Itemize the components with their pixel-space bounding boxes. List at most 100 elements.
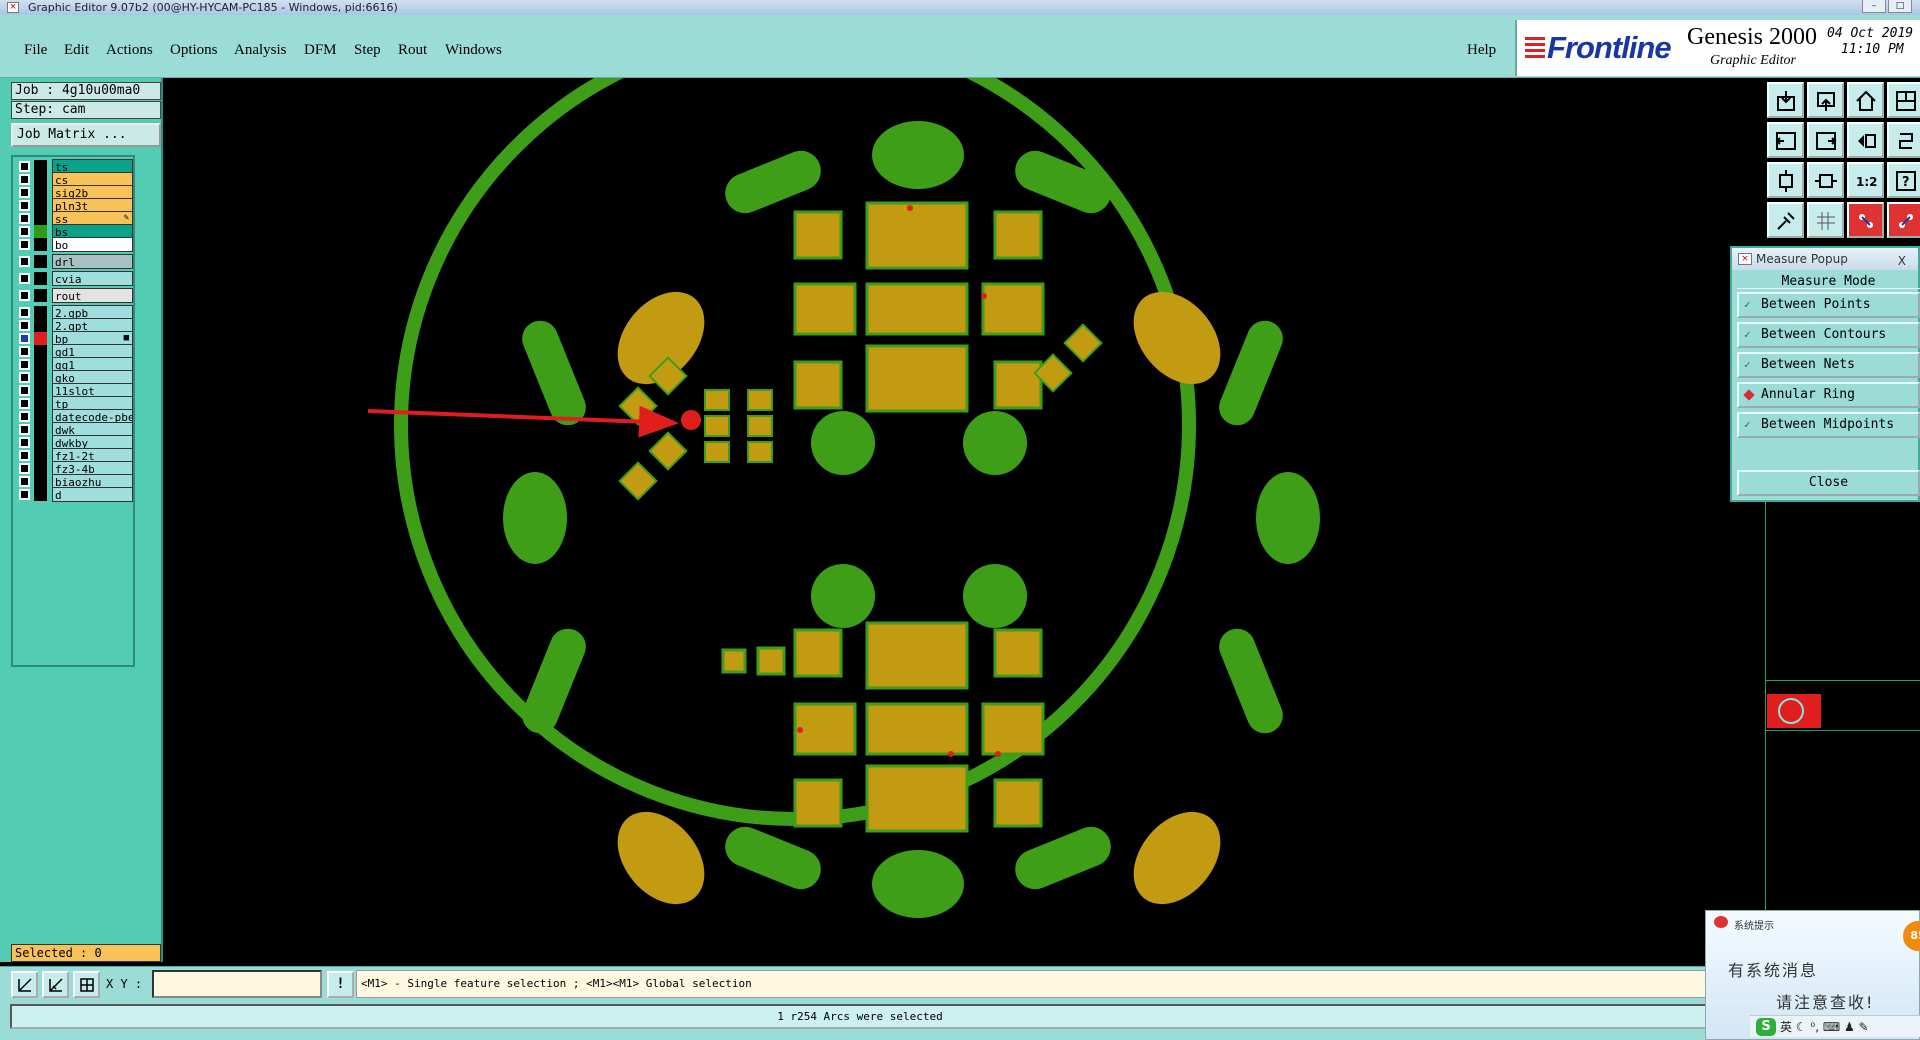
current-time: 11:10 PM <box>1841 42 1904 57</box>
maximize-button[interactable]: □ <box>1888 0 1912 13</box>
tool-help-button[interactable]: ? <box>1887 162 1920 198</box>
tool-layout-button[interactable] <box>1887 82 1920 118</box>
layer-checkbox[interactable] <box>19 161 30 172</box>
menu-windows[interactable]: Windows <box>445 42 502 59</box>
menu-step[interactable]: Step <box>354 42 381 59</box>
layer-checkbox[interactable] <box>19 437 30 448</box>
tool-brush-button[interactable] <box>1767 202 1804 238</box>
layer-name: d <box>52 487 133 502</box>
current-date: 04 Oct 2019 <box>1827 26 1914 41</box>
layer-checkbox[interactable] <box>19 174 30 185</box>
layer-checkbox[interactable] <box>19 239 30 250</box>
layer-list: ts cs sig2b pln3t ss ✎ bs bo drl cvia rout 2.gpb 2.g… <box>11 155 135 667</box>
menu-edit[interactable]: Edit <box>64 42 89 59</box>
layer-checkbox[interactable] <box>19 372 30 383</box>
layer-checkbox[interactable] <box>19 320 30 331</box>
system-notification[interactable]: 系统提示 85 有系统消息 请注意查收! S 英 ☾ ⁰, ⌨ ♟ ✎ <box>1705 910 1920 1040</box>
layer-row[interactable]: bo <box>15 237 133 252</box>
tool-fit-all-button[interactable] <box>1807 162 1844 198</box>
layer-checkbox[interactable] <box>19 411 30 422</box>
snap-icon <box>18 978 32 992</box>
layer-checkbox[interactable] <box>19 424 30 435</box>
popup-close-icon[interactable]: X <box>1898 250 1906 272</box>
measure-close-button[interactable]: Close <box>1737 470 1920 496</box>
logo-stripes-icon <box>1525 37 1545 61</box>
layer-checkbox[interactable] <box>19 307 30 318</box>
upper-round-pads <box>811 411 1027 628</box>
menu-analysis[interactable]: Analysis <box>234 42 287 59</box>
layer-checkbox[interactable] <box>19 385 30 396</box>
tool-export-button[interactable] <box>1807 82 1844 118</box>
genesis-editor-window: × Graphic Editor 9.07b2 (00@HY-HYCAM-PC1… <box>0 0 1920 1040</box>
snap-button[interactable] <box>11 971 38 998</box>
ime-tray-text: 英 ☾ ⁰, ⌨ ♟ ✎ <box>1780 1020 1869 1034</box>
layer-name: cvia <box>52 271 133 286</box>
tool-fit-vertical-button[interactable] <box>1767 162 1804 198</box>
fit-vertical-icon <box>1779 170 1793 192</box>
menu-dfm[interactable]: DFM <box>304 42 337 59</box>
tool-pan-left-button[interactable] <box>1767 122 1804 158</box>
layer-checkbox[interactable] <box>19 187 30 198</box>
tool-grid-button[interactable] <box>1807 202 1844 238</box>
measure-option-between-points[interactable]: ✓ Between Points <box>1737 292 1920 318</box>
menu-file[interactable]: File <box>24 42 47 59</box>
measure-option-label: Between Midpoints <box>1761 417 1895 432</box>
layer-row[interactable]: rout <box>15 288 133 303</box>
net-icon <box>1859 214 1873 228</box>
layer-marker: ■ <box>123 333 129 343</box>
radio-selected-icon <box>1743 389 1755 401</box>
graphic-canvas[interactable] <box>163 78 1765 966</box>
tool-scale-1-2-button[interactable]: 1:2 <box>1847 162 1884 198</box>
exclaim-button[interactable]: ! <box>327 971 354 998</box>
measure-mode-heading: Measure Mode <box>1737 274 1920 289</box>
layer-checkbox[interactable] <box>19 333 30 344</box>
layer-checkbox[interactable] <box>19 463 30 474</box>
layer-row[interactable]: cvia <box>15 271 133 286</box>
tool-home-button[interactable] <box>1847 82 1884 118</box>
feature-circle-icon <box>1778 698 1804 724</box>
layer-row[interactable]: d <box>15 487 133 502</box>
notification-badge: 85 <box>1903 921 1920 951</box>
minimize-button[interactable]: – <box>1862 0 1886 13</box>
menu-options[interactable]: Options <box>170 42 218 59</box>
layer-checkbox[interactable] <box>19 290 30 301</box>
check-icon: ✓ <box>1744 328 1751 341</box>
layer-checkbox[interactable] <box>19 398 30 409</box>
layer-checkbox[interactable] <box>19 273 30 284</box>
tool-net-highlight-button[interactable] <box>1887 202 1920 238</box>
menu-help[interactable]: Help <box>1467 42 1496 59</box>
ime-tray[interactable]: S 英 ☾ ⁰, ⌨ ♟ ✎ <box>1750 1015 1920 1037</box>
tool-import-button[interactable] <box>1767 82 1804 118</box>
menu-rout[interactable]: Rout <box>398 42 427 59</box>
menu-actions[interactable]: Actions <box>106 42 153 59</box>
layer-checkbox[interactable] <box>19 359 30 370</box>
layer-checkbox[interactable] <box>19 226 30 237</box>
measure-option-between-midpoints[interactable]: ✓ Between Midpoints <box>1737 412 1920 438</box>
measure-option-between-nets[interactable]: ✓ Between Nets <box>1737 352 1920 378</box>
layer-checkbox[interactable] <box>19 256 30 267</box>
command-bar: X Y : ! <M1> - Single feature selection … <box>0 966 1920 1001</box>
xy-input[interactable] <box>152 970 322 998</box>
layer-row[interactable]: drl <box>15 254 133 269</box>
feature-thumbnail <box>1767 694 1821 728</box>
layer-checkbox[interactable] <box>19 200 30 211</box>
measure-popup-titlebar[interactable]: × Measure Popup X <box>1732 248 1918 270</box>
layer-checkbox[interactable] <box>19 213 30 224</box>
window-title: Graphic Editor 9.07b2 (00@HY-HYCAM-PC185… <box>28 1 398 14</box>
tool-redo-zoom-button[interactable] <box>1887 122 1920 158</box>
measure-option-between-contours[interactable]: ✓ Between Contours <box>1737 322 1920 348</box>
undo-zoom-icon <box>1858 134 1876 148</box>
layer-checkbox[interactable] <box>19 450 30 461</box>
layer-checkbox[interactable] <box>19 346 30 357</box>
help-icon: ? <box>1896 171 1916 191</box>
job-matrix-button[interactable]: Job Matrix ... <box>11 123 161 147</box>
tool-undo-zoom-button[interactable] <box>1847 122 1884 158</box>
tool-net-view-button[interactable] <box>1847 202 1884 238</box>
tool-pan-right-button[interactable] <box>1807 122 1844 158</box>
svg-text:1:2: 1:2 <box>1856 175 1878 189</box>
grid-snap-button[interactable] <box>73 971 100 998</box>
measure-option-annular-ring[interactable]: Annular Ring <box>1737 382 1920 408</box>
measure-tool-button[interactable] <box>42 971 69 998</box>
layer-checkbox[interactable] <box>19 476 30 487</box>
layer-checkbox[interactable] <box>19 489 30 500</box>
